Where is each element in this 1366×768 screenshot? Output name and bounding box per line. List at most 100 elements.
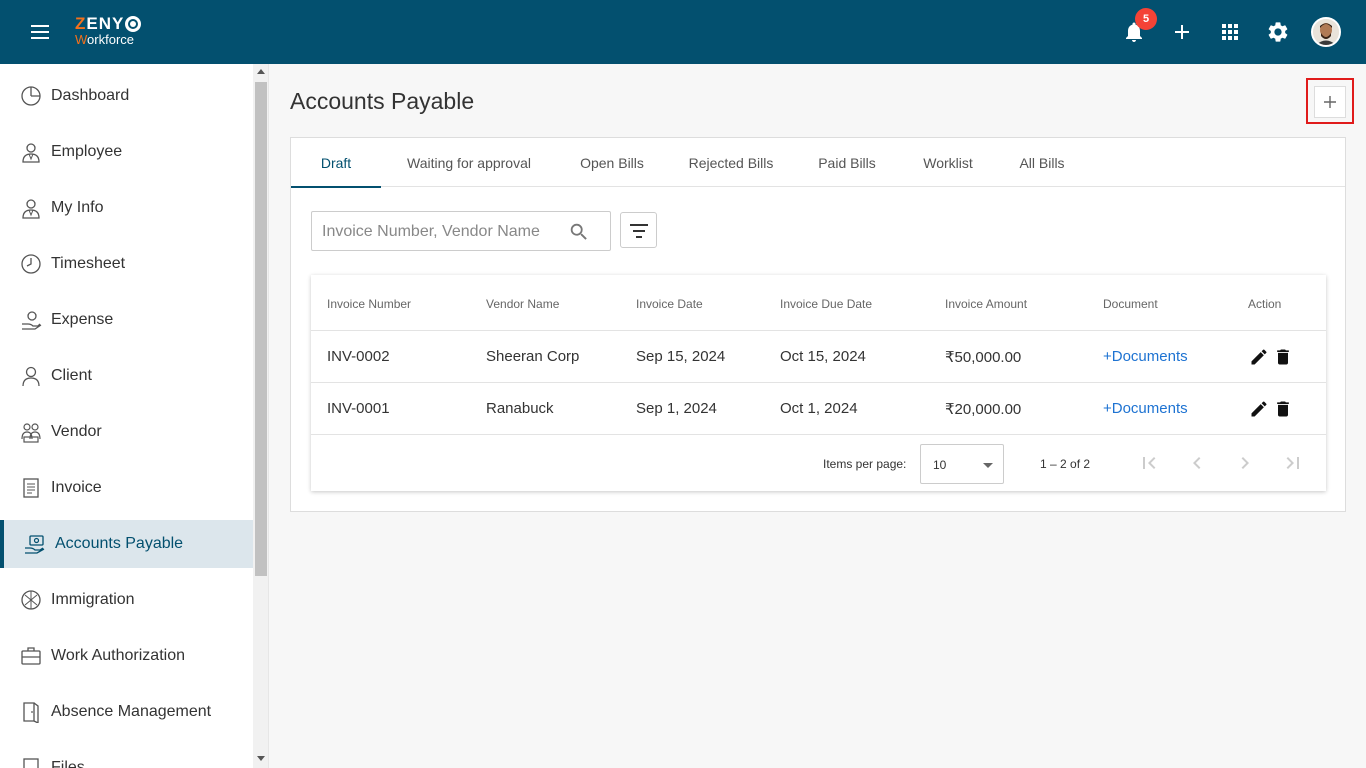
settings-gear-icon[interactable] (1266, 20, 1290, 44)
hamburger-menu-icon[interactable] (28, 22, 52, 42)
sidebar-item-label: Client (51, 367, 92, 384)
last-page-icon[interactable] (1281, 451, 1305, 475)
my-info-icon (22, 199, 40, 219)
scroll-up-arrow-icon[interactable] (257, 69, 265, 74)
files-icon (23, 758, 39, 768)
app-logo[interactable]: Z ENY Workforce (75, 14, 142, 47)
cell-due-date: Oct 1, 2024 (780, 400, 858, 417)
sidebar-item-label: Dashboard (51, 87, 130, 104)
sidebar-item-expense[interactable]: Expense (0, 296, 253, 344)
sidebar-item-label: Files (51, 759, 85, 768)
briefcase-icon (21, 647, 41, 665)
tab-open-bills[interactable]: Open Bills (567, 138, 657, 187)
absence-icon (23, 702, 39, 723)
invoice-icon (23, 478, 39, 498)
tab-draft[interactable]: Draft (291, 138, 381, 188)
items-per-page-value: 10 (933, 458, 947, 472)
accounts-payable-icon (25, 535, 45, 554)
table-row[interactable]: INV-0001 Ranabuck Sep 1, 2024 Oct 1, 202… (311, 383, 1326, 435)
client-icon (22, 366, 40, 387)
sidebar-item-accounts-payable[interactable]: Accounts Payable (0, 520, 253, 568)
sidebar-item-invoice[interactable]: Invoice (0, 464, 253, 512)
cell-due-date: Oct 15, 2024 (780, 348, 866, 365)
search-icon[interactable] (568, 221, 590, 243)
sidebar-item-label: Work Authorization (51, 647, 185, 664)
table-paginator: Items per page: 10 1 – 2 of 2 (311, 435, 1326, 491)
column-header-invoice-date[interactable]: Invoice Date (636, 297, 703, 311)
expense-icon (22, 311, 42, 330)
tab-waiting-for-approval[interactable]: Waiting for approval (393, 138, 545, 187)
sidebar-item-files[interactable]: Files (0, 744, 253, 768)
cell-invoice-number: INV-0002 (327, 348, 390, 365)
sidebar-item-label: My Info (51, 199, 104, 216)
sidebar-item-label: Accounts Payable (55, 535, 184, 552)
logo-orkforce: orkforce (87, 32, 135, 47)
sidebar-item-employee[interactable]: Employee (0, 128, 253, 176)
sidebar-item-vendor[interactable]: Vendor (0, 408, 253, 456)
sidebar-item-client[interactable]: Client (0, 352, 253, 400)
cell-amount: ₹50,000.00 (945, 349, 1022, 366)
tab-all-bills[interactable]: All Bills (1007, 138, 1077, 187)
column-header-vendor-name[interactable]: Vendor Name (486, 297, 559, 311)
sidebar-item-absence-management[interactable]: Absence Management (0, 688, 253, 736)
user-avatar[interactable] (1311, 17, 1341, 47)
column-header-document: Document (1103, 297, 1158, 311)
page-range-label: 1 – 2 of 2 (1040, 457, 1091, 471)
sidebar-item-label: Timesheet (51, 255, 126, 272)
top-app-bar: Z ENY Workforce 5 (0, 0, 1366, 64)
add-bill-button[interactable] (1314, 86, 1346, 118)
cell-vendor-name: Sheeran Corp (486, 348, 580, 365)
apps-grid-icon[interactable] (1218, 20, 1242, 44)
vendor-icon (21, 423, 41, 443)
immigration-icon (21, 590, 41, 610)
edit-pencil-icon[interactable] (1249, 399, 1269, 419)
add-documents-link[interactable]: +Documents (1103, 348, 1188, 365)
logo-w: W (75, 32, 88, 47)
bill-status-tabs: Draft Waiting for approval Open Bills Re… (291, 138, 1345, 188)
plus-icon (1324, 96, 1336, 108)
sidebar-item-dashboard[interactable]: Dashboard (0, 72, 253, 120)
page-title: Accounts Payable (290, 88, 475, 114)
add-documents-link[interactable]: +Documents (1103, 400, 1188, 417)
logo-text-eny: ENY (86, 14, 125, 33)
column-header-invoice-due-date[interactable]: Invoice Due Date (780, 297, 872, 311)
employee-icon (22, 143, 40, 163)
sidebar-scrollbar[interactable] (253, 64, 269, 768)
sidebar-item-label: Immigration (51, 591, 135, 608)
invoice-table: Invoice Number Vendor Name Invoice Date … (311, 275, 1326, 491)
filter-button[interactable] (620, 212, 657, 248)
scrollbar-thumb[interactable] (255, 82, 267, 576)
sidebar-item-immigration[interactable]: Immigration (0, 576, 253, 624)
sidebar-item-my-info[interactable]: My Info (0, 184, 253, 232)
previous-page-icon[interactable] (1185, 451, 1209, 475)
delete-trash-icon[interactable] (1273, 347, 1293, 367)
first-page-icon[interactable] (1137, 451, 1161, 475)
sidebar-item-label: Vendor (51, 423, 102, 440)
tab-rejected-bills[interactable]: Rejected Bills (677, 138, 785, 187)
cell-invoice-date: Sep 15, 2024 (636, 348, 726, 365)
dashboard-icon (21, 86, 41, 106)
delete-trash-icon[interactable] (1273, 399, 1293, 419)
next-page-icon[interactable] (1233, 451, 1257, 475)
column-header-invoice-number[interactable]: Invoice Number (327, 297, 411, 311)
chevron-down-icon (983, 463, 993, 468)
sidebar-item-label: Absence Management (51, 703, 212, 720)
scroll-down-arrow-icon[interactable] (257, 756, 265, 761)
table-header: Invoice Number Vendor Name Invoice Date … (311, 275, 1326, 331)
column-header-invoice-amount[interactable]: Invoice Amount (945, 297, 1027, 311)
items-per-page-select[interactable]: 10 (920, 444, 1004, 484)
sidebar-nav: Dashboard Employee My Info Timesheet Exp… (0, 64, 253, 768)
column-header-action: Action (1248, 297, 1282, 311)
filter-icon (630, 224, 648, 238)
add-icon[interactable] (1170, 20, 1194, 44)
tab-worklist[interactable]: Worklist (909, 138, 987, 187)
search-input[interactable] (322, 221, 562, 243)
tab-paid-bills[interactable]: Paid Bills (805, 138, 889, 187)
clock-icon (21, 254, 41, 274)
edit-pencil-icon[interactable] (1249, 347, 1269, 367)
table-row[interactable]: INV-0002 Sheeran Corp Sep 15, 2024 Oct 1… (311, 331, 1326, 383)
cell-amount: ₹20,000.00 (945, 401, 1022, 418)
sidebar-item-work-authorization[interactable]: Work Authorization (0, 632, 253, 680)
cell-vendor-name: Ranabuck (486, 400, 554, 417)
sidebar-item-timesheet[interactable]: Timesheet (0, 240, 253, 288)
